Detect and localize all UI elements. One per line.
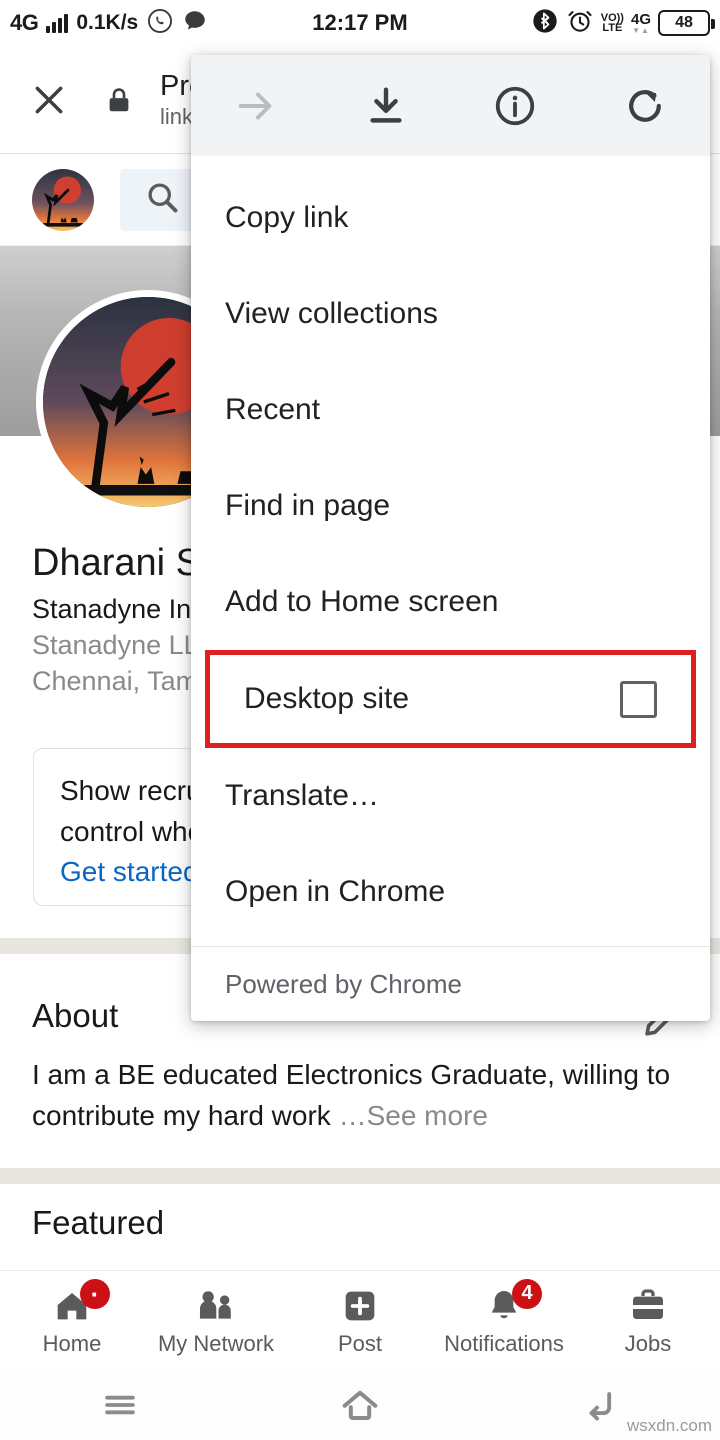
chrome-menu-footer: Powered by Chrome <box>191 946 710 1021</box>
mobile-data-indicator: 4G ▼▲ <box>631 12 651 35</box>
status-bar-left: 4G 0.1K/s <box>10 7 208 40</box>
featured-title: Featured <box>32 1204 165 1241</box>
about-text: I am a BE educated Electronics Graduate,… <box>32 1055 682 1136</box>
menu-item-label: Add to Home screen <box>225 585 499 618</box>
tab-post-label: Post <box>337 1330 383 1356</box>
message-bubble-icon <box>182 8 208 39</box>
lock-icon[interactable] <box>104 85 134 115</box>
bluetooth-icon <box>531 7 559 40</box>
tab-my-network-label: My Network <box>157 1330 275 1356</box>
tab-home[interactable]: · Home <box>0 1278 144 1357</box>
chrome-menu-toolbar <box>191 55 710 156</box>
menu-item-label: View collections <box>225 297 438 330</box>
bell-icon: 4 <box>484 1278 542 1327</box>
about-title: About <box>32 997 119 1034</box>
close-icon[interactable] <box>26 77 72 123</box>
search-icon <box>144 179 180 220</box>
featured-section: Featured <box>0 1186 720 1258</box>
see-more-link[interactable]: …See more <box>339 1100 488 1131</box>
menu-item-view-collections[interactable]: View collections <box>191 266 710 362</box>
hamburger-menu-icon[interactable] <box>0 1383 240 1427</box>
tab-home-label: Home <box>42 1330 102 1356</box>
menu-item-label: Open in Chrome <box>225 875 446 908</box>
volte-indicator: VO)) LTE <box>601 13 624 34</box>
menu-item-label: Translate… <box>225 779 379 812</box>
chrome-menu-items: Copy link View collections Recent Find i… <box>191 156 710 946</box>
menu-item-open-in-chrome[interactable]: Open in Chrome <box>191 844 710 940</box>
volte-bottom-label: LTE <box>602 22 623 34</box>
network-type-right-label: 4G <box>630 10 651 28</box>
home-badge: · <box>80 1278 110 1309</box>
signal-strength-icon <box>46 13 69 33</box>
people-icon <box>194 1285 238 1327</box>
menu-item-label: Recent <box>225 393 321 426</box>
network-type-label: 4G <box>10 10 39 35</box>
status-bar: 4G 0.1K/s 12:17 PM VO)) LTE 4G ▼▲ 48 <box>0 0 720 46</box>
tab-my-network[interactable]: My Network <box>144 1285 288 1357</box>
home-outline-icon[interactable] <box>240 1382 480 1428</box>
forward-arrow-icon[interactable] <box>191 83 321 129</box>
status-bar-right: VO)) LTE 4G ▼▲ 48 <box>531 7 715 40</box>
menu-item-find-in-page[interactable]: Find in page <box>191 458 710 554</box>
tab-jobs-label: Jobs <box>624 1330 672 1356</box>
download-icon[interactable] <box>321 83 451 129</box>
menu-item-desktop-site[interactable]: Desktop site <box>205 650 696 748</box>
alarm-clock-icon <box>566 7 594 40</box>
powered-by-chrome-label: Powered by Chrome <box>225 968 462 999</box>
menu-item-label: Desktop site <box>244 682 410 715</box>
reload-icon[interactable] <box>580 83 710 129</box>
battery-level-label: 48 <box>675 14 693 31</box>
chrome-overflow-menu: Copy link View collections Recent Find i… <box>191 55 710 1021</box>
data-transfer-arrows-icon: ▼▲ <box>632 25 650 35</box>
section-divider-bottom <box>0 1168 720 1184</box>
whatsapp-icon <box>146 7 174 40</box>
tab-post[interactable]: Post <box>288 1285 432 1357</box>
menu-item-label: Find in page <box>225 489 391 522</box>
menu-item-add-to-home-screen[interactable]: Add to Home screen <box>191 554 710 650</box>
menu-item-translate[interactable]: Translate… <box>191 748 710 844</box>
desktop-site-checkbox[interactable] <box>620 680 657 718</box>
tab-jobs[interactable]: Jobs <box>576 1285 720 1357</box>
menu-item-label: Copy link <box>225 201 349 234</box>
data-speed-label: 0.1K/s <box>76 11 139 34</box>
android-navigation-bar: wsxdn.com <box>0 1370 720 1440</box>
phone-screen: 4G 0.1K/s 12:17 PM VO)) LTE 4G ▼▲ 48 Pro… <box>0 0 720 1440</box>
bottom-navigation-bar: · Home My Network Post 4 Notifications J… <box>0 1270 720 1370</box>
tab-notifications[interactable]: 4 Notifications <box>432 1278 576 1357</box>
menu-item-recent[interactable]: Recent <box>191 362 710 458</box>
home-icon: · <box>52 1278 110 1327</box>
tab-notifications-label: Notifications <box>444 1330 564 1356</box>
notifications-badge: 4 <box>512 1278 542 1309</box>
briefcase-icon <box>628 1285 668 1327</box>
battery-indicator: 48 <box>658 10 715 36</box>
page-info-icon[interactable] <box>451 83 581 129</box>
avatar[interactable] <box>32 168 94 231</box>
plus-square-icon <box>340 1285 380 1327</box>
watermark: wsxdn.com <box>626 1416 712 1435</box>
menu-item-copy-link[interactable]: Copy link <box>191 170 710 266</box>
